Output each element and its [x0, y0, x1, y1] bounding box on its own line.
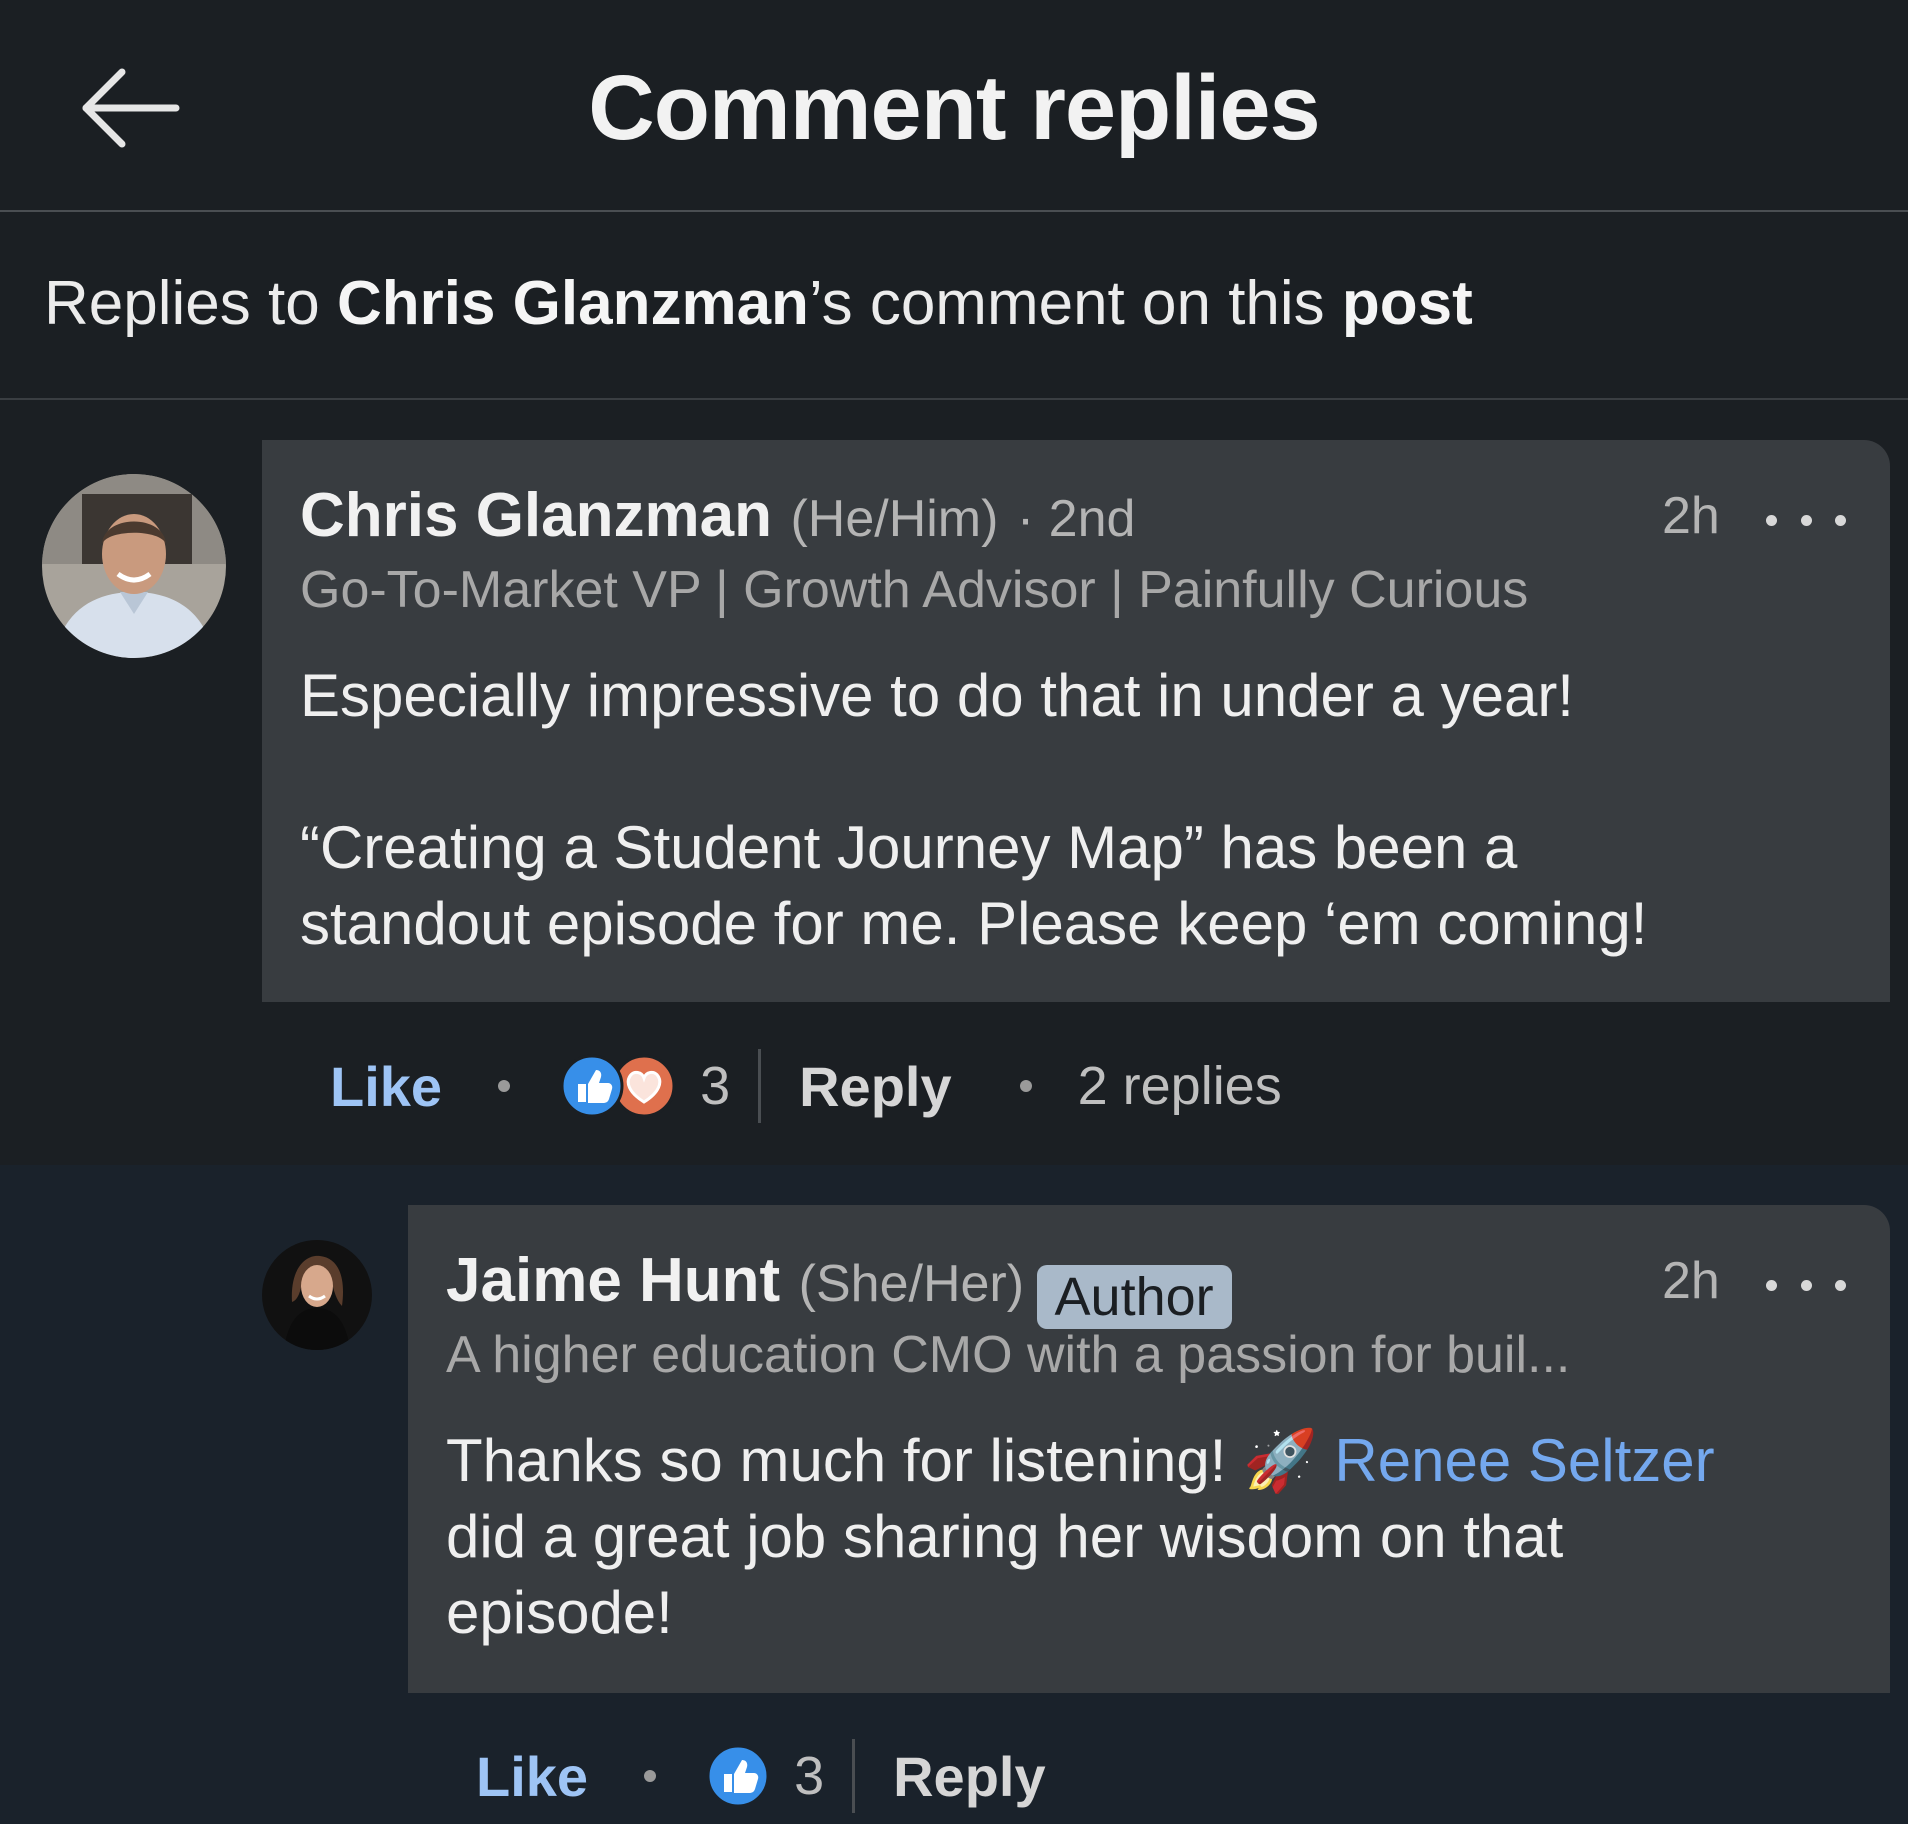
reply-body: Thanks so much for listening! 🚀 Renee Se… [446, 1423, 1876, 1651]
separator-dot [498, 1080, 511, 1092]
comment-body-line: Especially impressive to do that in unde… [300, 662, 1574, 729]
comment-body: Especially impressive to do that in unde… [300, 658, 1860, 962]
reactions-summary[interactable]: 3 [706, 1744, 824, 1808]
reply-actions: Like 3 Reply [476, 1736, 1046, 1816]
avatar[interactable] [42, 474, 226, 658]
reply-author-headline: A higher education CMO with a passion fo… [446, 1326, 1571, 1384]
vertical-divider [852, 1739, 856, 1813]
reply-button[interactable]: Reply [799, 1054, 952, 1119]
like-reaction-icon [560, 1054, 624, 1118]
commenter-pronouns: (He/Him) [790, 490, 999, 548]
reply-time: 2h [1662, 1252, 1720, 1310]
jaime-avatar-photo [262, 1240, 372, 1350]
connection-degree: · 2nd [1016, 490, 1136, 548]
page-title: Comment replies [588, 57, 1320, 159]
like-button[interactable]: Like [476, 1744, 588, 1809]
context-middle: ’s comment on this [808, 269, 1342, 338]
top-bar: Comment replies [0, 0, 1908, 212]
context-post-link[interactable]: post [1342, 269, 1473, 338]
vertical-divider [758, 1049, 762, 1123]
more-dot [1766, 514, 1777, 526]
more-dot [1800, 1279, 1812, 1291]
replies-context-text: Replies to Chris Glanzman’s comment on t… [44, 268, 1473, 339]
avatar[interactable] [262, 1240, 372, 1350]
commenter-name[interactable]: Chris Glanzman [300, 481, 772, 550]
comment-actions: Like 3 Reply 2 replies [330, 1046, 1282, 1126]
reply-body-text: Thanks so much for listening! [446, 1427, 1244, 1494]
reaction-count: 3 [794, 1746, 825, 1806]
comment-bubble: Chris Glanzman (He/Him) · 2nd 2h Go-To-M… [262, 440, 1890, 1002]
author-badge: Author [1036, 1264, 1232, 1329]
comment-time: 2h [1662, 487, 1720, 545]
comment-body-line: “Creating a Student Journey Map” has bee… [300, 814, 1518, 881]
more-dot [1766, 1279, 1777, 1291]
reply-author-name[interactable]: Jaime Hunt [446, 1246, 780, 1315]
reply-author-pronouns: (She/Her) [798, 1255, 1025, 1313]
like-button[interactable]: Like [330, 1054, 442, 1119]
reply-bubble: Jaime Hunt (She/Her) Author 2h A higher … [408, 1205, 1890, 1693]
reply-body-line: episode! [446, 1579, 673, 1646]
chris-avatar-photo [42, 474, 226, 658]
more-dot [1800, 514, 1812, 526]
mention-link[interactable]: Renee Seltzer [1334, 1427, 1714, 1494]
rocket-emoji-icon: 🚀 [1243, 1427, 1318, 1494]
reaction-count: 3 [700, 1056, 731, 1116]
context-author-link[interactable]: Chris Glanzman [337, 269, 809, 338]
replies-count-link[interactable]: 2 replies [1078, 1055, 1282, 1117]
reactions-summary[interactable]: 3 [560, 1054, 730, 1118]
like-reaction-icon [706, 1744, 770, 1808]
reply-button[interactable]: Reply [893, 1744, 1046, 1809]
comment-body-line: standout episode for me. Please keep ‘em… [300, 890, 1648, 957]
more-options-button[interactable] [1766, 1265, 1846, 1305]
context-prefix: Replies to [44, 269, 337, 338]
separator-dot [644, 1770, 657, 1782]
commenter-headline: Go-To-Market VP | Growth Advisor | Painf… [300, 561, 1529, 619]
more-options-button[interactable] [1766, 500, 1846, 540]
separator-dot [1019, 1080, 1032, 1092]
more-dot [1835, 1279, 1846, 1291]
more-dot [1835, 514, 1846, 526]
reply-body-line: did a great job sharing her wisdom on th… [446, 1503, 1564, 1570]
